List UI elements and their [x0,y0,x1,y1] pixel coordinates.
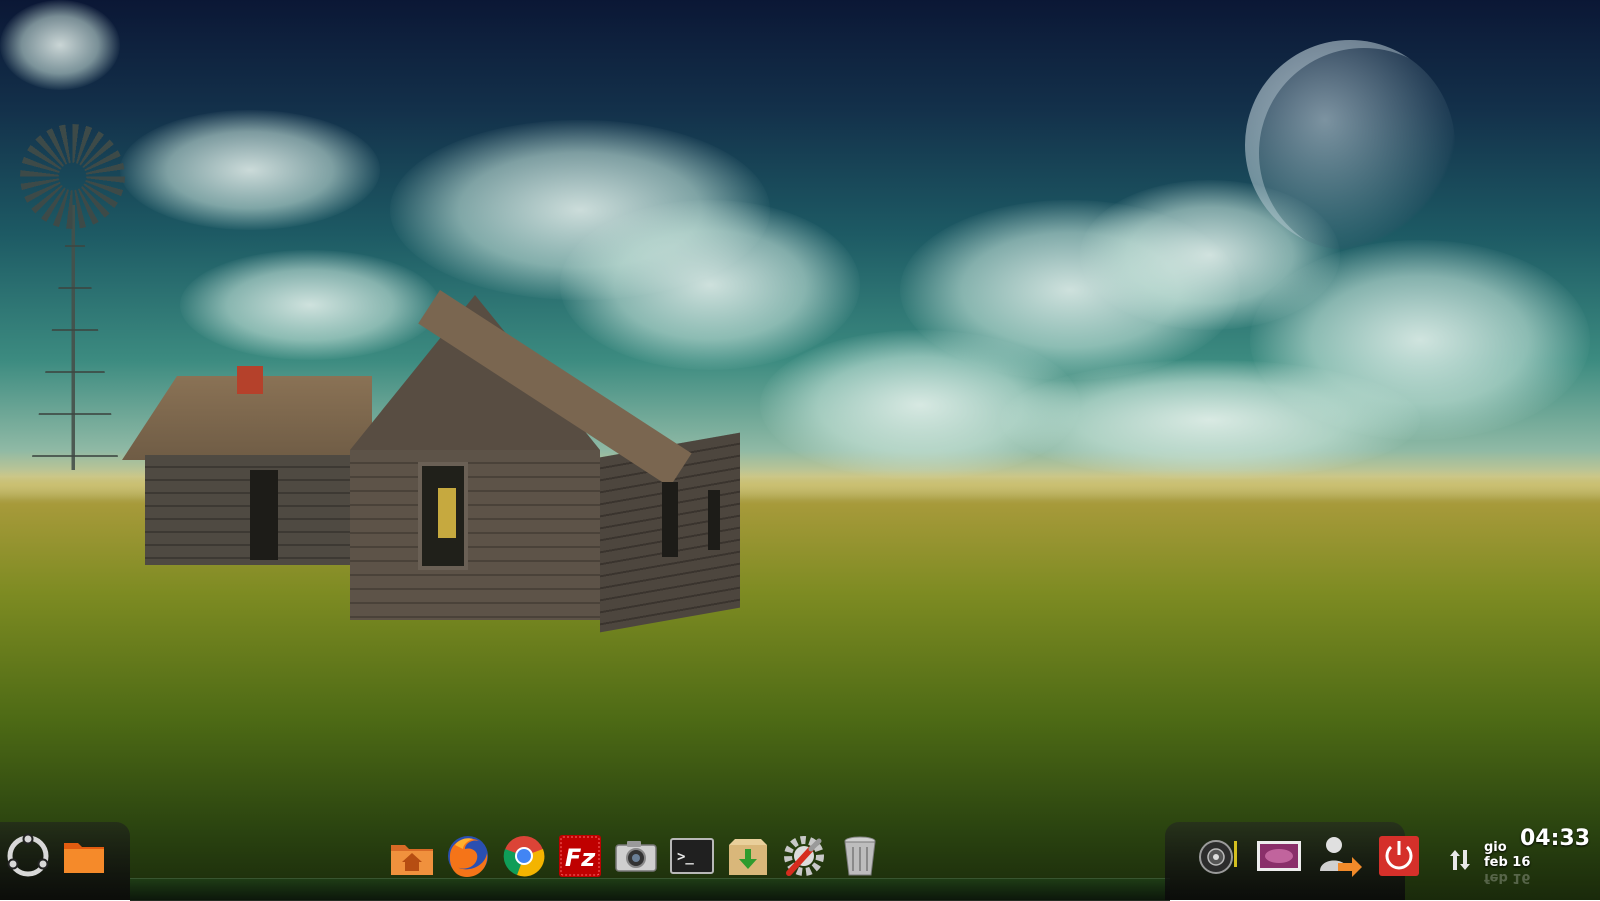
dock-left [0,822,130,900]
dock-shelf [130,878,1170,901]
dock-right [1165,822,1419,900]
filezilla-label: Fz [565,844,596,872]
house-door [250,470,278,560]
dock-center: Fz >_ [130,822,1170,901]
home-folder-icon[interactable] [388,832,436,880]
filezilla-icon[interactable]: Fz [556,832,604,880]
house-window-pane [438,488,456,538]
user-logout-icon[interactable] [1315,832,1363,880]
package-installer-icon[interactable] [724,832,772,880]
network-updown-icon[interactable] [1448,846,1472,874]
house-side-window [662,482,678,557]
windmill-wheel [20,124,125,229]
desktop-wallpaper [0,0,1600,900]
system-settings-icon[interactable] [780,832,828,880]
house-side-window [708,490,720,550]
moon [1245,40,1455,250]
cloud [120,110,380,230]
clock-day: gio [1484,840,1507,855]
clock-date-reflection: feb 16 [1484,870,1531,885]
power-icon[interactable] [1375,832,1423,880]
folder-icon[interactable] [60,832,108,880]
speaker-icon[interactable] [1195,832,1243,880]
chrome-icon[interactable] [500,832,548,880]
terminal-prompt: >_ [677,849,694,865]
firefox-icon[interactable] [444,832,492,880]
cloud [1000,360,1420,480]
windmill-tower-braces [30,205,120,470]
screenshot-camera-icon[interactable] [612,832,660,880]
clock-date: feb 16 [1484,855,1531,870]
clock-time[interactable]: 04:33 [1520,826,1590,851]
chimney [237,366,263,394]
cloud [0,0,120,90]
house-front-wall [350,450,600,620]
trash-icon[interactable] [836,832,884,880]
display-icon[interactable] [1255,832,1303,880]
taskbar: Fz >_ [0,822,1600,901]
ubuntu-menu-icon[interactable] [4,832,52,880]
terminal-icon[interactable]: >_ [668,832,716,880]
cloud [560,200,860,370]
